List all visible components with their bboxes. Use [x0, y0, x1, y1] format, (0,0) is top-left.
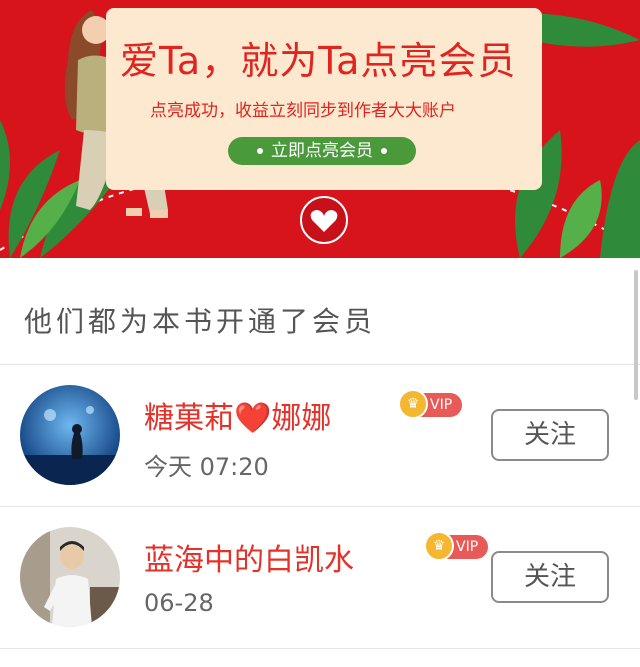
divider [0, 648, 640, 649]
promo-banner[interactable]: 爱Ta，就为Ta点亮会员 点亮成功，收益立刻同步到作者大大账户 立即点亮会员 [0, 0, 640, 258]
follow-button[interactable]: 关注 [491, 551, 609, 603]
avatar[interactable] [20, 527, 120, 627]
vip-badge: ♛ VIP [398, 389, 462, 419]
dot-icon [257, 148, 263, 154]
light-up-membership-button[interactable]: 立即点亮会员 [228, 137, 416, 165]
person-photo-avatar-icon [20, 527, 120, 627]
crown-icon: ♛ [424, 531, 454, 561]
scrollbar[interactable] [634, 270, 638, 400]
vip-badge-label: VIP [430, 397, 453, 413]
vip-badge-label: VIP [456, 539, 479, 555]
avatar[interactable] [20, 385, 120, 485]
banner-button-label: 立即点亮会员 [271, 141, 373, 161]
section-title: 他们都为本书开通了会员 [24, 305, 377, 338]
banner-subtitle: 点亮成功，收益立刻同步到作者大大账户 [150, 101, 456, 121]
list-item[interactable]: 蓝海中的白凯水 ♛ VIP 06-28 关注 [0, 507, 640, 647]
aquarium-photo-avatar-icon [20, 385, 120, 485]
heart-seal-icon [300, 196, 348, 244]
crown-icon: ♛ [398, 389, 428, 419]
member-name[interactable]: 糖菓萂❤️娜娜 [144, 393, 331, 437]
vip-badge: ♛ VIP [424, 531, 488, 561]
member-name[interactable]: 蓝海中的白凯水 [144, 535, 354, 579]
member-time: 今天 07:20 [144, 453, 269, 481]
list-item[interactable]: 糖菓萂❤️娜娜 ♛ VIP 今天 07:20 关注 [0, 365, 640, 505]
follow-button[interactable]: 关注 [491, 409, 609, 461]
dot-icon [381, 148, 387, 154]
banner-title: 爱Ta，就为Ta点亮会员 [120, 39, 517, 83]
member-time: 06-28 [144, 589, 214, 617]
